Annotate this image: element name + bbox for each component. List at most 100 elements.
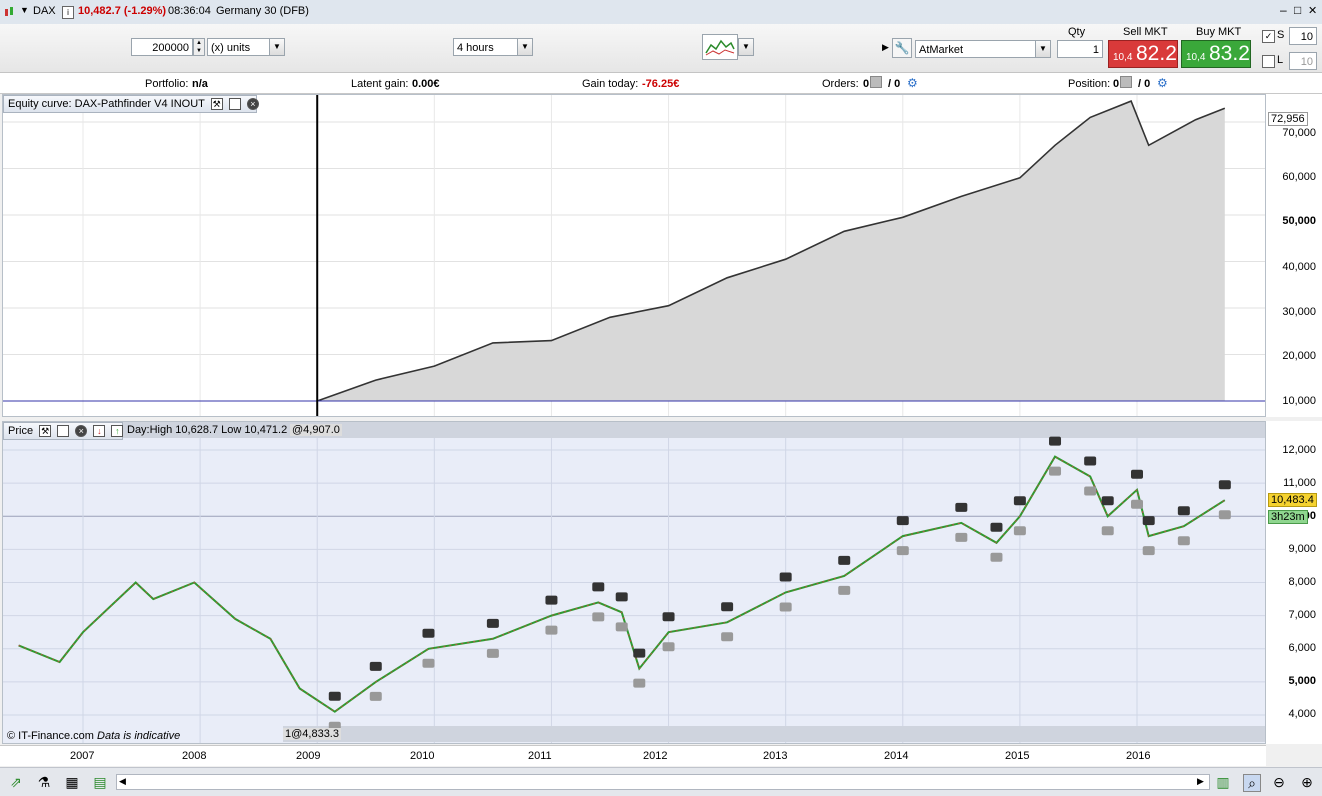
trade-marker-sell — [1142, 516, 1155, 526]
maximize-button[interactable]: □ — [1294, 3, 1301, 17]
trade-marker-buy — [1084, 486, 1097, 496]
watermark-note: Data is indicative — [97, 730, 181, 742]
price-pane[interactable]: Price ⚒ × ↓ ↑ Day:High 10,628.7 Low 10,4… — [2, 421, 1266, 744]
buy-price: 83.2 — [1209, 42, 1250, 65]
limit-input[interactable]: 10 — [1289, 52, 1317, 70]
equity-tick: 70,000 — [1282, 127, 1316, 139]
trade-marker-buy — [545, 625, 558, 635]
zoom-out-icon[interactable]: ⊖ — [1271, 774, 1287, 790]
window-icon[interactable] — [57, 425, 70, 438]
close-icon[interactable]: × — [246, 98, 259, 111]
trade-marker-sell — [838, 555, 851, 565]
trade-marker-sell — [615, 592, 628, 602]
price-tick: 6,000 — [1288, 642, 1316, 654]
timeframe-select[interactable]: 4 hours — [453, 38, 519, 56]
latent-gain-label: Latent gain: — [351, 78, 409, 90]
watermark: © IT-Finance.com Data is indicative — [7, 730, 180, 742]
calculator-icon[interactable]: ▦ — [64, 774, 80, 790]
chart-style-icon[interactable] — [702, 34, 738, 60]
order-type-select[interactable]: AtMarket — [915, 40, 1039, 58]
gain-today-label: Gain today: — [582, 78, 639, 90]
trading-icon[interactable]: ▤ — [92, 774, 108, 790]
equity-pane-header: Equity curve: DAX-Pathfinder V4 INOUT ⚒ … — [3, 95, 259, 113]
orders-count: 0 — [863, 78, 870, 90]
trade-marker-buy — [633, 678, 646, 688]
trade-marker-buy — [955, 532, 968, 542]
limit-label: L — [1277, 54, 1284, 66]
equity-curve-pane[interactable]: Equity curve: DAX-Pathfinder V4 INOUT ⚒ … — [2, 94, 1266, 417]
trade-marker-buy — [1177, 536, 1190, 546]
equity-tick: 30,000 — [1282, 306, 1316, 318]
price-pane-header: Price ⚒ × ↓ ↑ — [3, 422, 124, 440]
trade-marker-buy — [990, 552, 1003, 562]
zoom-in-icon[interactable]: ⊕ — [1299, 774, 1315, 790]
price-tick: 5,000 — [1288, 675, 1316, 687]
price-line — [18, 455, 1226, 713]
trade-marker-sell — [369, 661, 382, 671]
quote-change: 10,482.7 (-1.29%) — [78, 5, 167, 17]
equity-title: Equity curve: DAX-Pathfinder V4 INOUT — [8, 98, 205, 110]
trade-marker-sell — [1101, 496, 1114, 506]
price-tick: 9,000 — [1288, 543, 1316, 555]
chevron-down-icon[interactable]: ▼ — [1035, 40, 1051, 58]
trade-marker-sell — [1131, 469, 1143, 479]
trade-marker-buy — [615, 622, 628, 632]
quantity-stepper[interactable]: ▲ ▼ — [193, 38, 205, 56]
units-select[interactable]: (x) units — [207, 38, 271, 56]
quantity-input[interactable]: 200000 — [131, 38, 193, 56]
trade-marker-sell — [328, 691, 341, 701]
window-titlebar: ▼ DAX i 10,482.7 (-1.29%) 08:36:04 Germa… — [0, 0, 1322, 25]
sell-market-button[interactable]: 10,4 82.2 — [1108, 40, 1178, 68]
chart-bars-icon[interactable]: ▥ — [1215, 774, 1231, 790]
equity-area — [317, 101, 1225, 401]
trade-marker-sell — [592, 582, 605, 592]
symbol-menu-icon[interactable]: ▼ — [20, 5, 29, 15]
trade-marker-sell — [1218, 480, 1231, 490]
orders-list-icon[interactable] — [870, 76, 882, 88]
equity-last-value: 72,956 — [1268, 112, 1308, 126]
scroll-left-icon[interactable]: ◀ — [119, 776, 126, 787]
collapse-arrow-icon[interactable]: ▶ — [882, 42, 889, 53]
position-total: / 0 — [1138, 78, 1151, 90]
zoom-select-icon[interactable]: ⌕ — [1243, 774, 1261, 792]
trade-marker-sell — [779, 572, 792, 582]
wrench-icon[interactable]: 🔧 — [892, 38, 912, 58]
date-label: 2008 — [182, 750, 207, 762]
close-button[interactable]: ✕ — [1308, 4, 1317, 17]
trade-marker-sell — [633, 648, 646, 658]
limit-checkbox[interactable] — [1262, 55, 1275, 68]
stop-input[interactable]: 10 — [1289, 27, 1317, 45]
chevron-down-icon[interactable]: ▼ — [517, 38, 533, 56]
wrench-icon[interactable]: ⚒ — [210, 98, 223, 111]
chevron-down-icon[interactable]: ▼ — [269, 38, 285, 56]
stop-checkbox[interactable]: ✓ — [1262, 30, 1275, 43]
date-label: 2010 — [410, 750, 435, 762]
gear-icon[interactable]: ⚙ — [907, 76, 918, 90]
stop-label: S — [1277, 29, 1285, 41]
price-chart — [3, 422, 1265, 743]
equity-tick: 20,000 — [1282, 350, 1316, 362]
scroll-right-icon[interactable]: ▶ — [1197, 776, 1204, 787]
horizontal-scrollbar[interactable]: ◀ ▶ — [116, 774, 1210, 790]
trade-marker-buy — [721, 632, 734, 642]
arrow-down-icon[interactable]: ↓ — [93, 425, 106, 438]
position-list-icon[interactable] — [1120, 76, 1132, 88]
wrench-icon[interactable]: ⚒ — [39, 425, 52, 438]
buy-market-button[interactable]: 10,4 83.2 — [1181, 40, 1251, 68]
close-icon[interactable]: × — [75, 425, 88, 438]
price-title: Price — [8, 425, 34, 437]
minimize-button[interactable]: – — [1280, 3, 1287, 17]
window-icon[interactable] — [228, 98, 241, 111]
clock: 08:36:04 — [168, 5, 211, 17]
backtest-icon[interactable]: ⚗ — [36, 774, 52, 790]
trade-marker-buy — [662, 642, 675, 652]
gain-today-value: -76.25€ — [642, 78, 680, 90]
price-axis: 12,000 11,000 10,000 9,000 8,000 7,000 6… — [1266, 421, 1322, 744]
arrow-up-icon[interactable]: ↑ — [111, 425, 124, 438]
add-indicator-icon[interactable]: ⇗ — [8, 774, 24, 790]
trade-marker-buy — [422, 658, 435, 668]
qty-input[interactable]: 1 — [1057, 40, 1103, 58]
info-icon[interactable]: i — [62, 6, 74, 19]
gear-icon[interactable]: ⚙ — [1157, 76, 1168, 90]
chevron-down-icon[interactable]: ▼ — [738, 38, 754, 56]
